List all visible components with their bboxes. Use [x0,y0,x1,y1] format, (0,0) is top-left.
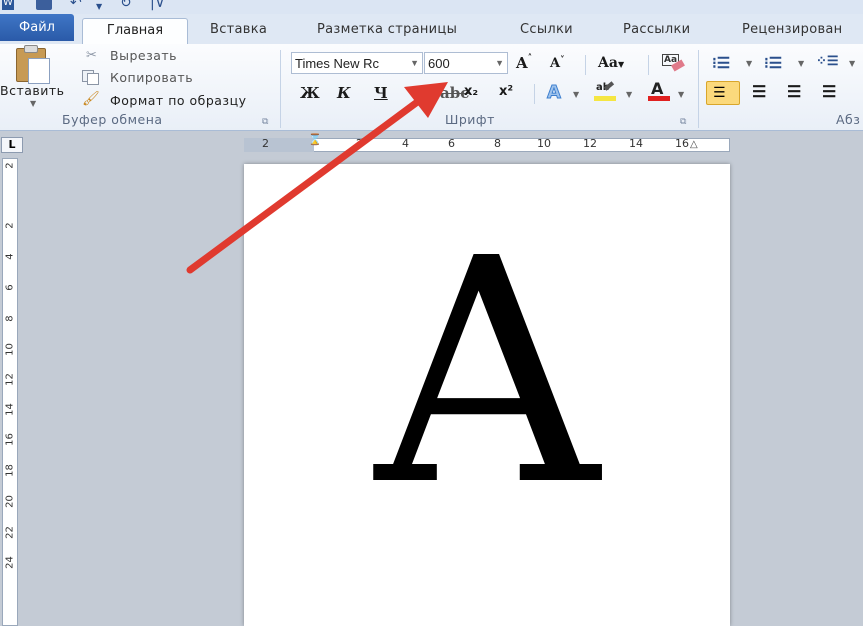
redo-icon[interactable]: ↻ [120,0,132,12]
vruler-mark: 4 [4,253,16,260]
undo-icon[interactable]: ↶ [70,0,82,12]
vruler-mark: 18 [4,464,16,477]
font-name-combo[interactable]: Times New Rc ▼ [291,52,423,74]
vruler-mark: 10 [4,343,16,356]
format-painter-button[interactable]: Формат по образцу [110,93,247,108]
tab-insert[interactable]: Вставка [210,22,267,37]
vruler-mark: 2 [4,162,16,169]
right-indent-marker-icon[interactable]: △ [690,139,698,150]
font-launcher-icon[interactable]: ⧉ [680,117,686,127]
grow-font-icon[interactable]: A˄ [516,54,532,72]
font-group-label: Шрифт [445,112,495,127]
paste-sheet-icon [28,58,50,84]
align-left-button[interactable]: ☰ [706,81,740,105]
group-divider [280,50,281,128]
button-divider [585,55,586,75]
bold-button[interactable]: Ж [300,84,320,102]
tab-home[interactable]: Главная [82,18,188,45]
highlight-color-icon[interactable]: ab [594,81,618,102]
font-size-combo[interactable]: 600 ▼ [424,52,508,74]
font-color-dropdown-icon[interactable]: ▼ [678,90,684,99]
ruler-left-margin [244,138,314,152]
ruler-mark: 4 [402,137,409,150]
tab-page-layout[interactable]: Разметка страницы [317,22,457,37]
button-divider [534,84,535,104]
tab-file[interactable]: Файл [0,14,74,41]
cut-button[interactable]: Вырезать [110,48,177,63]
font-size-value: 600 [428,56,450,71]
customize-qat-icon[interactable]: |⊽ [150,0,165,12]
change-case-label: Aa [598,55,618,71]
button-divider [648,55,649,75]
text-effects-icon[interactable]: A [547,82,562,104]
vruler-mark: 20 [4,495,16,508]
document-text[interactable]: A [244,209,730,539]
align-left-icon: ☰ [713,85,726,101]
vruler-mark: 8 [4,315,16,322]
ruler-mark: 6 [448,137,455,150]
font-name-value: Times New Rc [295,56,380,71]
subscript-button[interactable]: x₂ [464,84,478,99]
copy-icon [82,70,100,85]
vruler-mark: 24 [4,556,16,569]
ruler-mark: 16 [675,137,689,150]
indent-marker-icon[interactable]: ⌛ [308,134,322,145]
shrink-font-icon[interactable]: A˅ [550,56,565,71]
italic-button[interactable]: К [337,84,351,102]
ruler-mark: 2 [356,137,363,150]
quick-access-toolbar: W ↶ ▼ ↻ |⊽ [0,0,863,14]
tab-references[interactable]: Ссылки [520,22,573,37]
copy-button[interactable]: Копировать [110,70,193,85]
vruler-mark: 2 [4,222,16,229]
highlight-dropdown-icon[interactable]: ▼ [626,90,632,99]
font-color-icon[interactable]: A [648,79,672,102]
document-page[interactable]: A [244,164,730,626]
paste-label[interactable]: Вставить [0,83,65,98]
vruler-mark: 6 [4,284,16,291]
vruler-mark: 12 [4,373,16,386]
group-divider [698,50,699,128]
change-case-button[interactable]: Aa▼ [598,55,624,71]
clipboard-clip-icon [24,45,38,53]
clear-formatting-icon[interactable]: Aa [662,54,685,74]
vruler-mark: 16 [4,433,16,446]
superscript-button[interactable]: x² [499,84,513,99]
ruler-mark: 14 [629,137,643,150]
clipboard-group-label: Буфер обмена [62,112,163,127]
clipboard-launcher-icon[interactable]: ⧉ [262,117,268,127]
align-center-icon[interactable]: ☰ [752,82,766,101]
save-icon[interactable] [36,0,52,10]
ruler-mark: 10 [537,137,551,150]
text-effects-dropdown-icon[interactable]: ▼ [573,90,579,99]
multilevel-dropdown-icon[interactable]: ▼ [849,59,855,68]
tab-selector[interactable]: L [1,137,23,153]
numbering-dropdown-icon[interactable]: ▼ [798,59,804,68]
scissors-icon: ✂ [86,48,98,63]
paste-dropdown-icon[interactable]: ▼ [30,99,36,108]
vruler-mark: 14 [4,403,16,416]
paragraph-group-label: Абз [836,112,861,127]
justify-icon[interactable]: ☰ [822,82,836,101]
multilevel-list-icon[interactable]: ⁘☰ [816,54,839,69]
numbering-icon[interactable]: ⁝☰ [764,54,782,72]
ruler-mark: 2 [262,137,269,150]
font-name-dropdown-icon[interactable]: ▼ [410,53,419,73]
bullets-icon[interactable]: ⁝☰ [712,54,730,72]
word-app-icon[interactable]: W [2,0,14,10]
align-right-icon[interactable]: ☰ [787,82,801,101]
tab-mailings[interactable]: Рассылки [623,22,690,37]
ruler-mark: 8 [494,137,501,150]
ruler-mark: 12 [583,137,597,150]
paste-button[interactable] [14,45,54,84]
font-size-dropdown-icon[interactable]: ▼ [495,53,504,73]
underline-button[interactable]: Ч [374,84,388,102]
vruler-mark: 22 [4,526,16,539]
bullets-dropdown-icon[interactable]: ▼ [746,59,752,68]
tab-review[interactable]: Рецензирован [742,22,842,37]
format-painter-icon: 🖌 [82,91,101,107]
